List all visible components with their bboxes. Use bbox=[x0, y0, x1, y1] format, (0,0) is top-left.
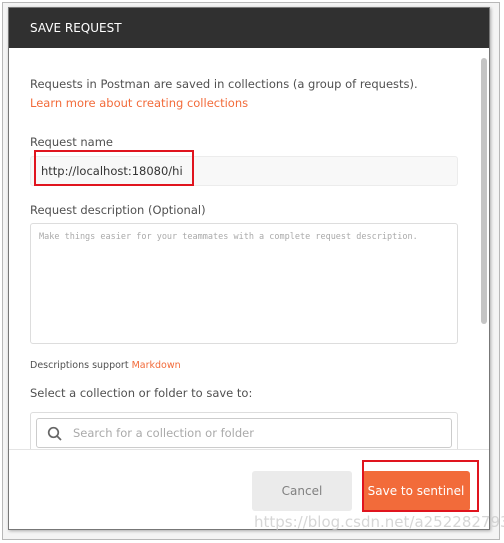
search-placeholder: Search for a collection or folder bbox=[73, 426, 254, 440]
markdown-link[interactable]: Markdown bbox=[132, 360, 181, 371]
learn-more-link[interactable]: Learn more about creating collections bbox=[30, 96, 248, 110]
request-description-textarea[interactable]: Make things easier for your teammates wi… bbox=[30, 223, 458, 344]
dialog-header: SAVE REQUEST bbox=[9, 8, 489, 48]
scrollbar[interactable] bbox=[481, 58, 487, 324]
markdown-note: Descriptions support Markdown bbox=[30, 360, 181, 371]
intro-text: Requests in Postman are saved in collect… bbox=[30, 77, 418, 91]
request-description-label: Request description (Optional) bbox=[30, 203, 206, 217]
markdown-note-text: Descriptions support bbox=[30, 360, 129, 371]
request-name-input[interactable]: http://localhost:18080/hi bbox=[30, 156, 458, 186]
save-button[interactable]: Save to sentinel bbox=[362, 471, 470, 511]
save-request-dialog: SAVE REQUEST Requests in Postman are sav… bbox=[8, 7, 490, 530]
dialog-title: SAVE REQUEST bbox=[30, 21, 122, 35]
request-name-value: http://localhost:18080/hi bbox=[41, 164, 183, 178]
collection-label: Select a collection or folder to save to… bbox=[30, 386, 253, 400]
cancel-button[interactable]: Cancel bbox=[252, 471, 352, 511]
search-icon bbox=[47, 426, 62, 441]
watermark: https://blog.csdn.net/a2522827931 bbox=[254, 513, 504, 531]
description-placeholder: Make things easier for your teammates wi… bbox=[39, 232, 418, 242]
collection-search-input[interactable]: Search for a collection or folder bbox=[36, 418, 452, 448]
request-name-label: Request name bbox=[30, 135, 113, 149]
